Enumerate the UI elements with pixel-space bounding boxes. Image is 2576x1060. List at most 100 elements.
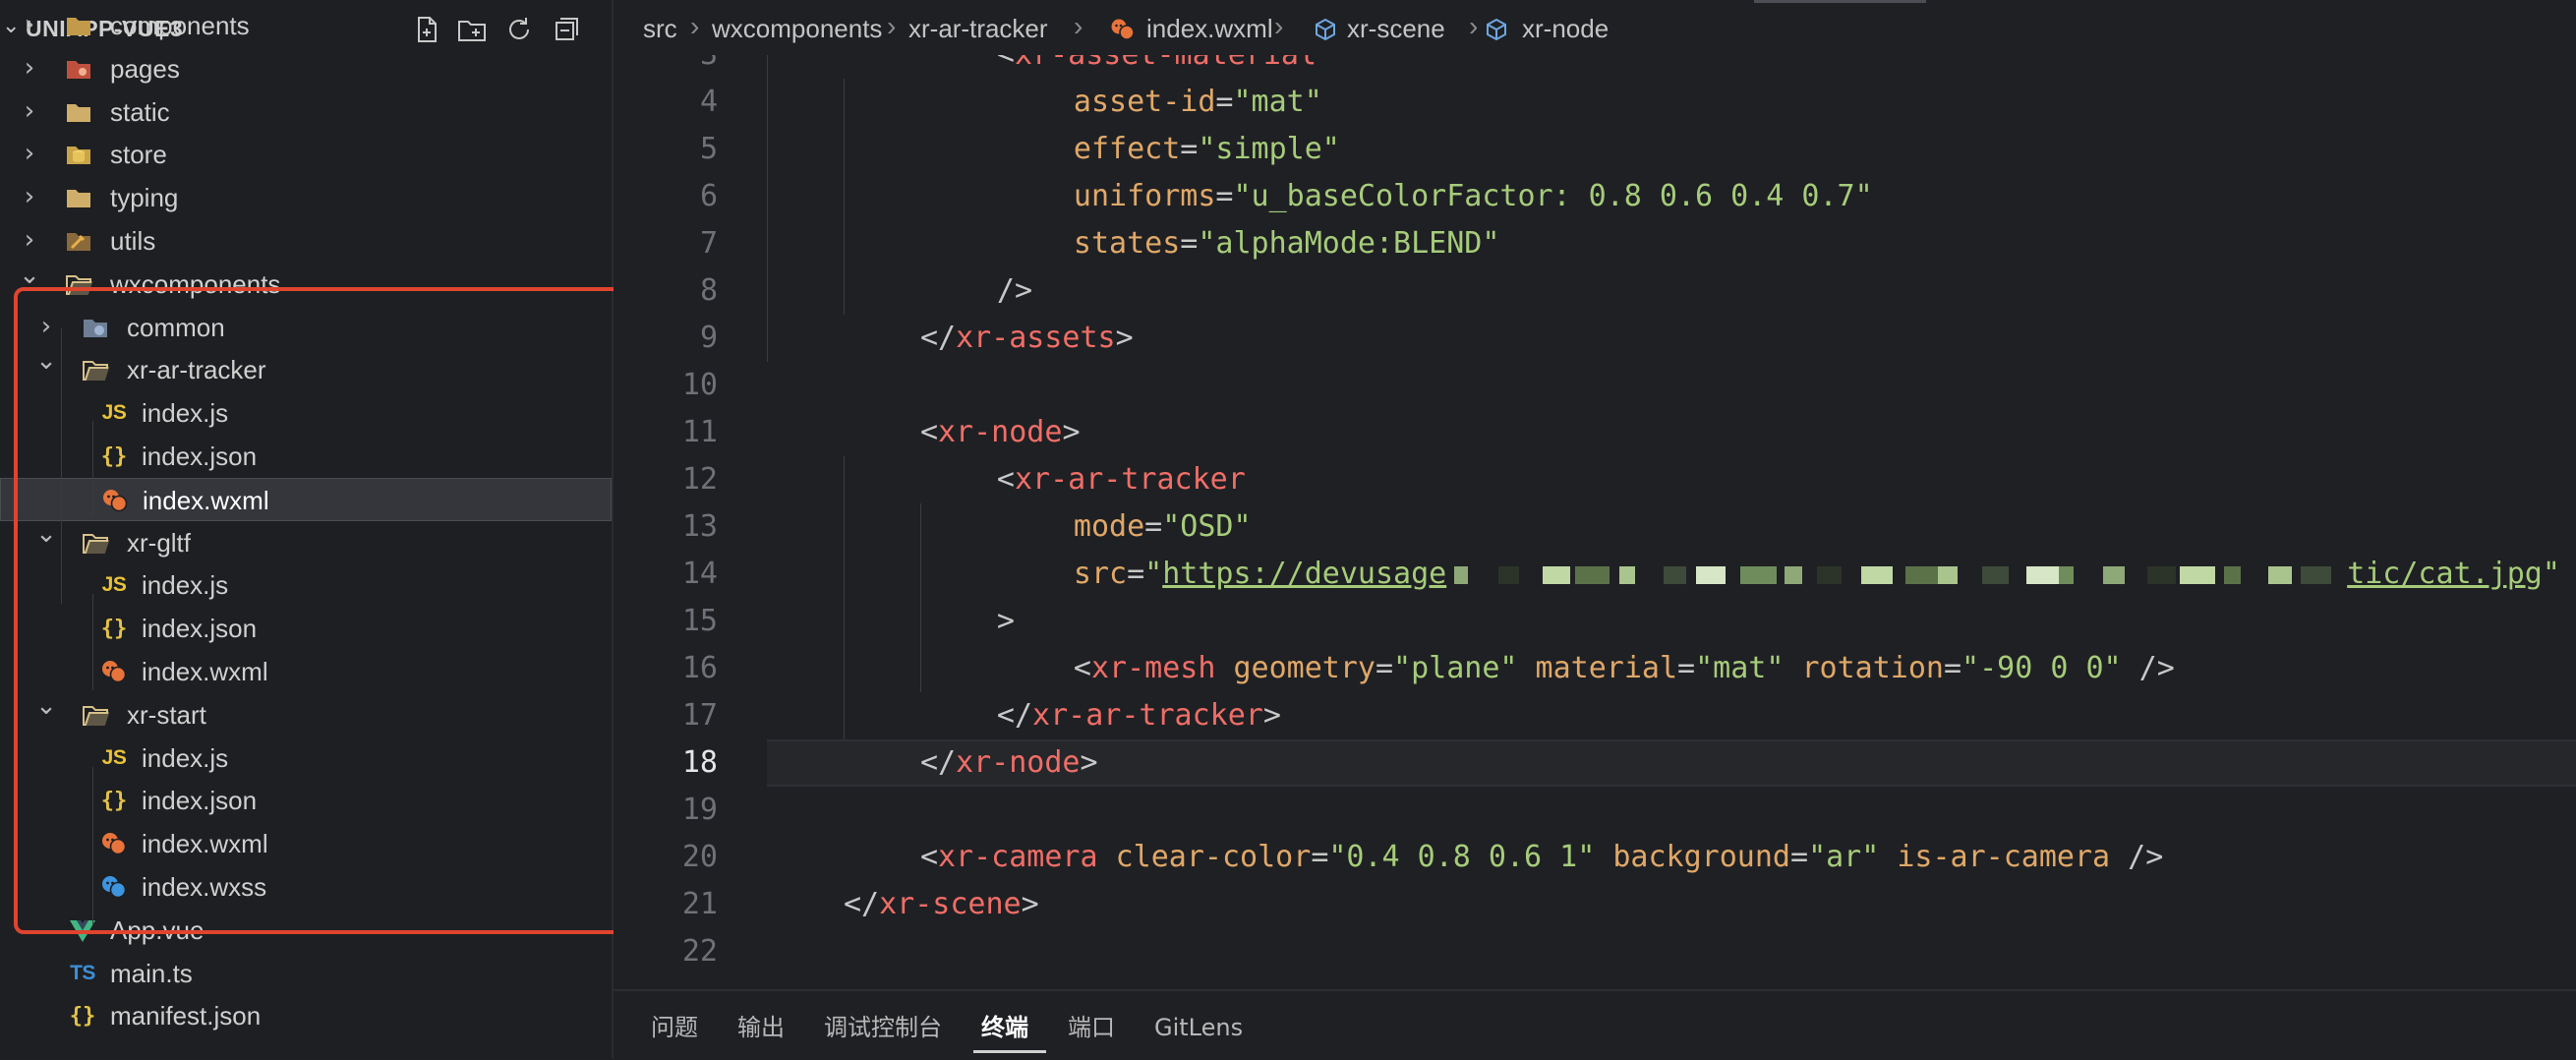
tree-folder-utils[interactable]: › utils [0,219,612,263]
tree-folder-common[interactable]: › common [0,306,612,349]
tree-folder-pages[interactable]: › pages [0,47,612,90]
tree-folder-xr-start[interactable]: ⌄ xr-start [0,691,612,736]
code-line[interactable]: mode="OSD" [1074,503,1252,551]
code-line[interactable]: <xr-asset-material [997,55,1317,79]
tree-item-label: manifest.json [110,1001,262,1031]
code-editor[interactable]: 345678910111213141516171819202122 <xr-as… [614,55,2576,989]
code-line[interactable]: > [997,598,1015,645]
indent-guide [844,79,845,315]
code-line[interactable]: </xr-node> [920,739,1098,787]
chevron-right-icon[interactable]: › [34,312,58,341]
tree-folder-store[interactable]: › store [0,133,612,176]
line-number: 11 [681,415,718,449]
code-token-str: "simple" [1198,132,1340,166]
code-token-url: https://devusage [1162,557,1447,591]
line-number: 19 [681,793,718,827]
tree-folder-static[interactable]: › static [0,90,612,134]
code-token-p: = [1311,840,1329,874]
code-token-tag: xr-assets [956,321,1116,355]
code-line[interactable]: </xr-assets> [920,315,1134,362]
code-line[interactable]: effect="simple" [1074,126,1340,173]
code-line[interactable]: </xr-scene> [844,881,1039,928]
code-line[interactable]: states="alphaMode:BLEND" [1074,220,1499,267]
tree-item-label: index.wxml [142,657,268,686]
chevron-down-icon[interactable]: ⌄ [34,691,58,721]
breadcrumb-xr-ar-tracker[interactable]: xr-ar-tracker [908,14,1048,43]
tree-file-manifest.json[interactable]: {} manifest.json [0,994,612,1037]
line-number: 9 [699,321,718,355]
code-line[interactable]: <xr-ar-tracker [997,456,1246,503]
tree-item-label: common [127,312,225,342]
indent-guide [920,503,921,692]
tab-gitlens[interactable]: GitLens [1154,1013,1243,1042]
code-line[interactable]: <xr-camera clear-color="0.4 0.8 0.6 1" b… [920,834,2163,881]
breadcrumb-src[interactable]: src [643,14,677,43]
chevron-down-icon[interactable]: ⌄ [18,261,41,290]
code-line[interactable]: <xr-node> [920,409,1081,456]
folder-icon [63,183,94,212]
code-token-attr: states [1073,226,1181,261]
line-number: 20 [681,840,718,874]
folder-open-icon [63,269,94,299]
wxml-file-icon [1109,16,1137,43]
chevron-right-icon[interactable]: › [18,182,41,211]
code-token-p: = [1375,651,1394,685]
code-line[interactable]: /> [997,267,1032,315]
code-token-p: = [1943,651,1962,685]
breadcrumb-xr-scene[interactable]: xr-scene [1347,14,1445,43]
line-number: 10 [681,368,718,402]
code-line[interactable]: src="https://devusage tic/cat.jpg" [1074,551,2560,598]
code-token-p: = [1180,132,1199,166]
code-token-p: /> [2110,840,2164,874]
code-line[interactable]: asset-id="mat" [1074,79,1322,126]
tree-folder-typing[interactable]: › typing [0,176,612,219]
tree-item-label: store [110,140,167,170]
code-token-p [1215,651,1233,685]
tree-folder-xr-gltf[interactable]: ⌄ xr-gltf [0,519,612,564]
code-token-p: = [1127,557,1145,591]
tree-folder-wxcomponents[interactable]: ⌄ wxcomponents [0,261,612,306]
tab-problems[interactable]: 问题 [651,1013,698,1042]
breadcrumb-xr-node[interactable]: xr-node [1522,14,1609,43]
folder-icon [63,97,94,127]
line-number: 21 [681,887,718,921]
breadcrumb-wxcomponents[interactable]: wxcomponents [712,14,882,43]
chevron-right-icon[interactable]: › [18,139,41,168]
breadcrumb-index-wxml[interactable]: index.wxml [1146,14,1273,43]
tree-folder-components[interactable]: › components [0,4,612,47]
code-token-attr: rotation [1801,651,1944,685]
code-token-attr: background [1612,840,1790,874]
code-token-p [1517,651,1535,685]
json-file-icon: {} [100,616,128,641]
chevron-right-icon[interactable]: › [18,96,41,126]
tab-terminal[interactable]: 终端 [981,1013,1028,1042]
tab-debug-console[interactable]: 调试控制台 [824,1013,942,1042]
tree-file-main.ts[interactable]: TS main.ts [0,952,612,995]
code-line[interactable]: uniforms="u_baseColorFactor: 0.8 0.6 0.4… [1074,173,1873,220]
tab-ports[interactable]: 端口 [1068,1013,1115,1042]
code-token-tag: xr-node [938,415,1063,449]
line-number: 18 [681,745,718,780]
tree-folder-xr-ar-tracker[interactable]: ⌄ xr-ar-tracker [0,346,612,391]
tree-item-label: index.json [142,786,258,816]
code-line[interactable]: </xr-ar-tracker> [997,692,1281,739]
code-line[interactable]: <xr-mesh geometry="plane" material="mat"… [1074,645,2175,692]
chevron-right-icon[interactable]: › [18,10,41,39]
code-token-p: = [1677,651,1696,685]
chevron-down-icon[interactable]: ⌄ [34,346,58,376]
code-token-p [1784,651,1801,685]
code-token-str: " [1144,557,1163,591]
code-token-p: </ [919,321,957,355]
tab-output[interactable]: 输出 [737,1013,785,1042]
chevron-right-icon: › [690,11,700,41]
bottom-panel: 问题 输出 调试控制台 终端 端口 GitLens [614,989,2576,1060]
code-token-str: "-90 0 0" [1961,651,2122,685]
tree-item-label: utils [110,226,156,256]
chevron-down-icon[interactable]: ⌄ [34,519,58,549]
chevron-right-icon[interactable]: › [18,53,41,83]
code-token-p: </ [919,745,957,780]
tree-item-label: main.ts [110,958,193,988]
chevron-right-icon[interactable]: › [18,225,41,255]
tree-item-label: App.vue [110,914,205,945]
tree-item-label: wxcomponents [110,268,281,299]
